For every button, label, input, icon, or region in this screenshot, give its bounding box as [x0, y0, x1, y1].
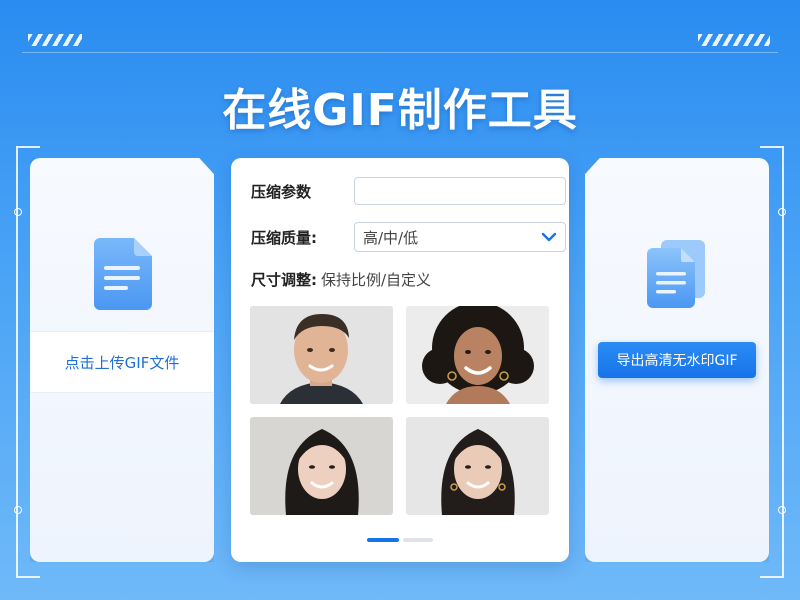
quality-select[interactable]: 高/中/低 — [354, 222, 566, 252]
preview-thumbnail[interactable] — [250, 417, 393, 515]
quality-select-value: 高/中/低 — [363, 228, 419, 247]
upload-card[interactable]: 点击上传GIF文件 — [30, 158, 214, 562]
quality-row: 压缩质量: 高/中/低 — [251, 222, 566, 252]
portrait-man-image — [250, 306, 393, 404]
compress-params-label: 压缩参数 — [251, 182, 312, 201]
compress-params-row: 压缩参数 — [251, 176, 566, 206]
page-title: 在线GIF制作工具 — [222, 85, 578, 136]
carousel-pager — [367, 538, 433, 542]
upload-label: 点击上传GIF文件 — [64, 353, 180, 372]
frame-dot — [14, 506, 22, 514]
preview-thumbnail[interactable] — [406, 306, 549, 404]
frame-dot — [778, 208, 786, 216]
decorative-stripes-left — [28, 34, 82, 46]
resize-row: 尺寸调整: 保持比例/自定义 — [251, 264, 431, 294]
pager-dot[interactable] — [403, 538, 433, 542]
document-icon — [94, 238, 152, 310]
resize-label: 尺寸调整: — [251, 270, 317, 289]
settings-card: 压缩参数 压缩质量: 高/中/低 尺寸调整: 保持比例/自定义 — [231, 158, 569, 562]
top-divider — [22, 52, 778, 53]
resize-value[interactable]: 保持比例/自定义 — [321, 269, 431, 290]
portrait-woman-curly-image — [406, 306, 549, 404]
portrait-woman-image — [406, 417, 549, 515]
export-button[interactable]: 导出高清无水印GIF — [598, 342, 756, 378]
frame-dot — [14, 208, 22, 216]
copy-documents-icon — [647, 240, 705, 308]
export-card: 导出高清无水印GIF — [585, 158, 769, 562]
frame-dot — [778, 506, 786, 514]
decorative-stripes-right — [698, 34, 770, 46]
chevron-down-icon — [541, 232, 557, 242]
quality-label: 压缩质量: — [251, 228, 317, 247]
compress-params-input[interactable] — [354, 177, 566, 205]
preview-thumbnail[interactable] — [406, 417, 549, 515]
pager-dot-active[interactable] — [367, 538, 399, 542]
upload-zone[interactable]: 点击上传GIF文件 — [30, 332, 214, 392]
preview-grid — [250, 306, 549, 518]
portrait-woman-image — [250, 417, 393, 515]
preview-thumbnail[interactable] — [250, 306, 393, 404]
